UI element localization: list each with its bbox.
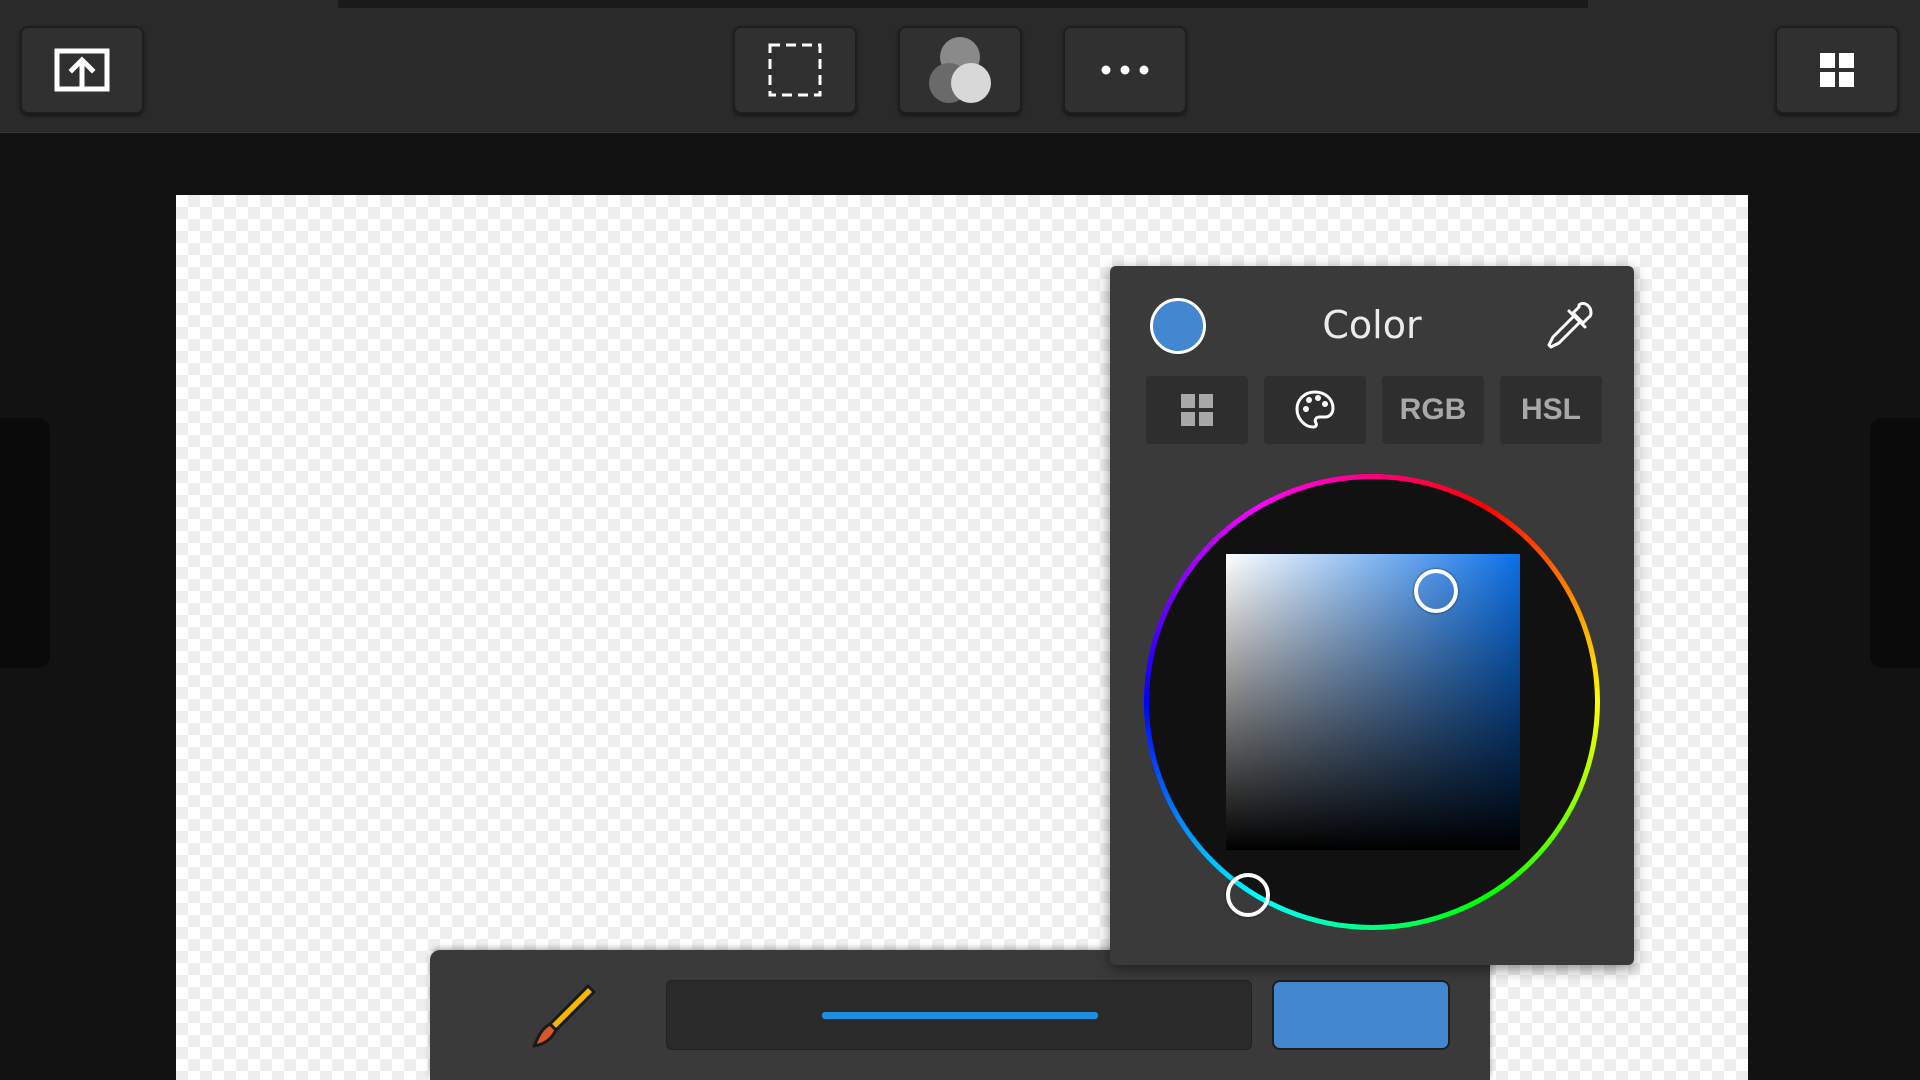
left-sidebar-handle[interactable]	[0, 418, 50, 668]
brush-bar	[430, 950, 1490, 1080]
more-icon	[1101, 65, 1149, 75]
saturation-value-square[interactable]	[1226, 554, 1520, 850]
current-color-swatch[interactable]	[1150, 298, 1206, 354]
hue-handle[interactable]	[1226, 873, 1270, 917]
color-wheel[interactable]	[1144, 474, 1600, 930]
color-mode-tabs: RGB HSL	[1146, 376, 1602, 444]
saturation-value-handle[interactable]	[1414, 569, 1458, 613]
layers-button[interactable]	[898, 26, 1022, 114]
panel-title: Color	[1322, 303, 1422, 347]
toolbar-divider	[338, 0, 1588, 8]
top-toolbar	[0, 0, 1920, 133]
right-sidebar-handle[interactable]	[1870, 418, 1920, 668]
layers-icon	[929, 37, 991, 103]
color-button[interactable]	[1272, 980, 1450, 1050]
export-button[interactable]	[20, 26, 144, 114]
selection-icon	[768, 43, 822, 97]
tab-palette[interactable]	[1264, 376, 1366, 444]
gallery-icon	[1820, 53, 1854, 87]
panel-pointer	[1353, 964, 1389, 980]
export-icon	[54, 48, 110, 92]
eyedropper-button[interactable]	[1540, 296, 1600, 356]
swatches-grid-icon	[1181, 394, 1213, 426]
color-panel: Color RGB HSL	[1110, 266, 1634, 965]
tab-swatches[interactable]	[1146, 376, 1248, 444]
brush-button[interactable]	[520, 980, 600, 1056]
tab-hsl[interactable]: HSL	[1500, 376, 1602, 444]
brush-icon	[532, 984, 596, 1048]
tab-rgb[interactable]: RGB	[1382, 376, 1484, 444]
gallery-button[interactable]	[1775, 26, 1899, 114]
eyedropper-icon	[1547, 301, 1593, 349]
stroke-preview-line	[822, 1012, 1098, 1019]
selection-button[interactable]	[733, 26, 857, 114]
brush-size-slider[interactable]	[666, 980, 1252, 1050]
palette-icon	[1295, 390, 1335, 429]
more-button[interactable]	[1063, 26, 1187, 114]
